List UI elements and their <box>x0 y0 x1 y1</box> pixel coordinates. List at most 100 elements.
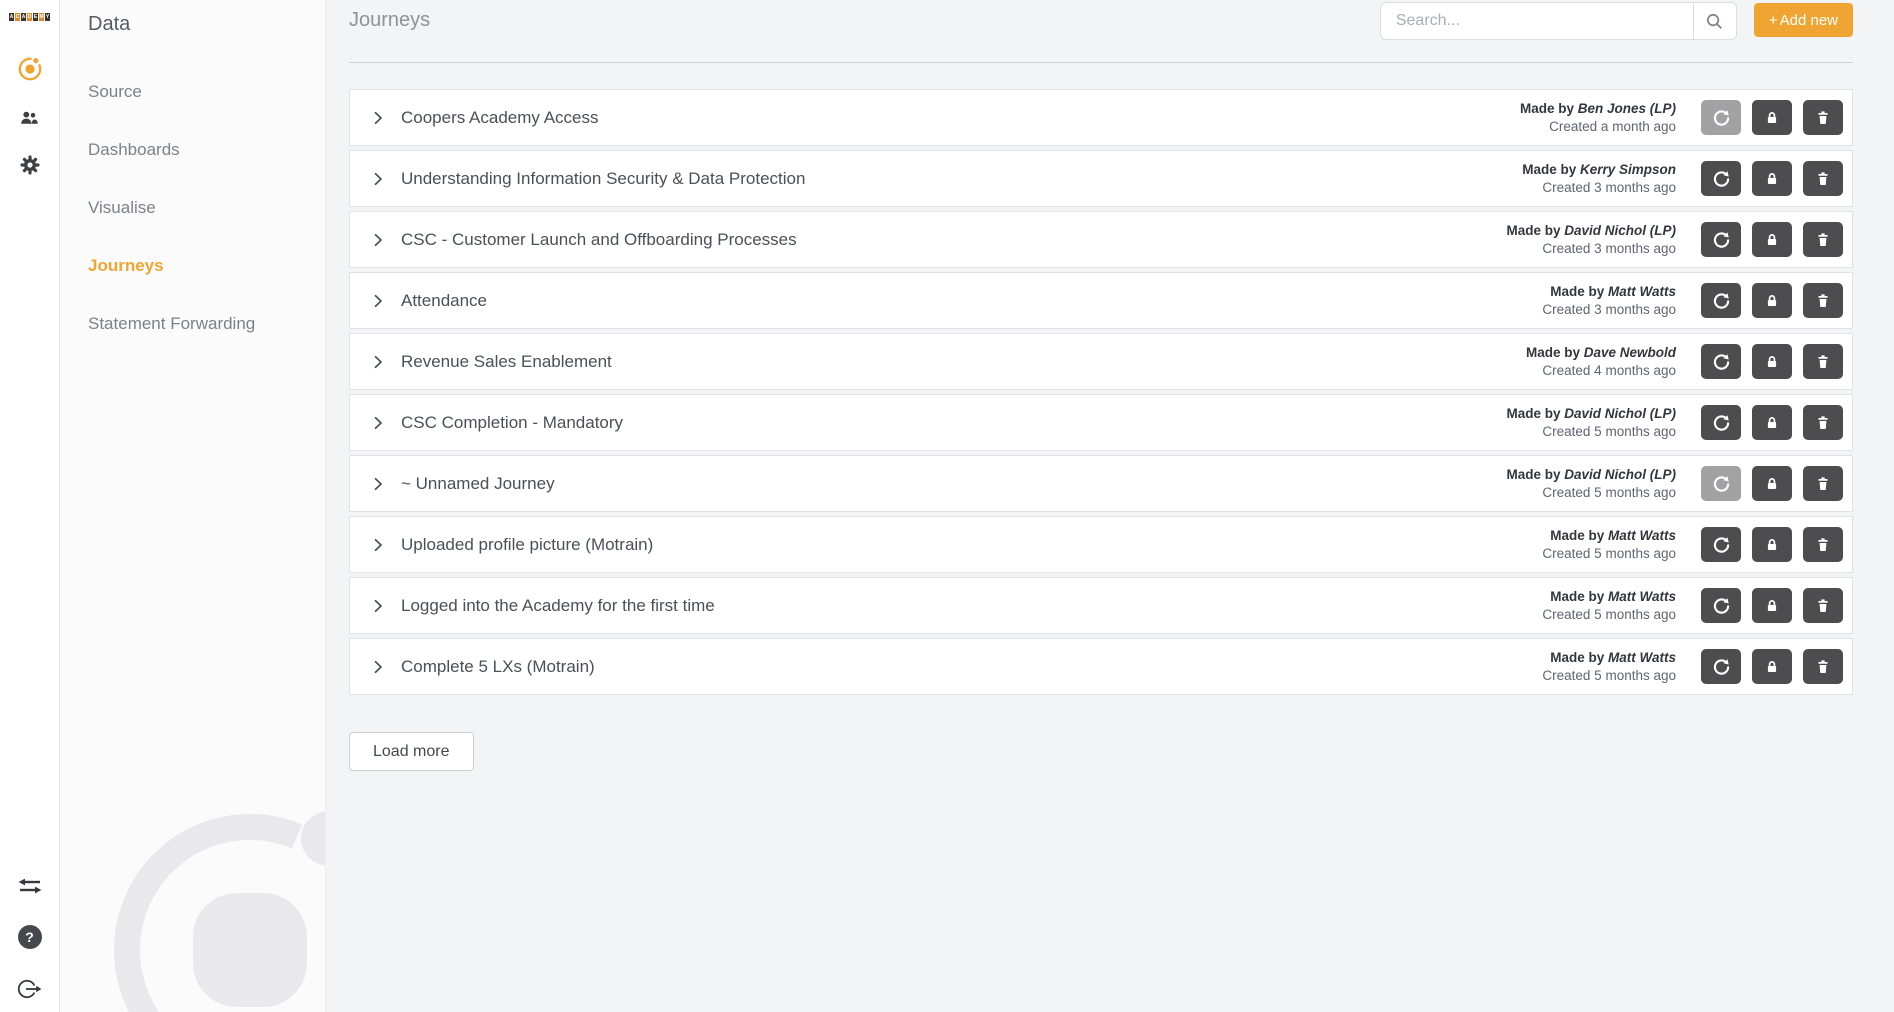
sidebar-item-dashboards[interactable]: Dashboards <box>60 121 325 179</box>
sidebar: Data Source Dashboards Visualise Journey… <box>60 0 326 1012</box>
sidebar-item-journeys[interactable]: Journeys <box>60 237 325 295</box>
chevron-right-icon <box>370 659 386 675</box>
lock-button[interactable] <box>1752 405 1792 440</box>
swap-arrows-icon[interactable] <box>17 876 43 896</box>
sidebar-item-source[interactable]: Source <box>60 63 325 121</box>
logout-icon[interactable] <box>16 978 43 1000</box>
data-ring-icon[interactable] <box>16 55 44 83</box>
lock-icon <box>1764 293 1780 308</box>
created-line: Created 5 months ago <box>1506 484 1676 502</box>
journey-meta: Made by Matt Watts Created 3 months ago <box>1542 283 1676 318</box>
refresh-button[interactable] <box>1701 405 1741 440</box>
journey-row[interactable]: Coopers Academy Access Made by Ben Jones… <box>349 89 1853 146</box>
journeys-list: Coopers Academy Access Made by Ben Jones… <box>349 89 1853 695</box>
journey-meta: Made by Ben Jones (LP) Created a month a… <box>1520 100 1676 135</box>
made-by-name: Matt Watts <box>1608 528 1676 543</box>
refresh-icon <box>1713 353 1730 370</box>
lock-button[interactable] <box>1752 283 1792 318</box>
journey-row[interactable]: CSC - Customer Launch and Offboarding Pr… <box>349 211 1853 268</box>
created-line: Created 3 months ago <box>1522 179 1676 197</box>
refresh-button[interactable] <box>1701 466 1741 501</box>
icon-rail: A C A D E M Y <box>0 0 60 1012</box>
lock-button[interactable] <box>1752 161 1792 196</box>
journey-title: CSC Completion - Mandatory <box>401 413 1506 433</box>
trash-button[interactable] <box>1803 222 1843 257</box>
refresh-button[interactable] <box>1701 222 1741 257</box>
lock-icon <box>1764 476 1780 491</box>
load-more-button[interactable]: Load more <box>349 732 474 771</box>
lock-icon <box>1764 110 1780 125</box>
help-icon[interactable]: ? <box>18 925 42 949</box>
users-icon[interactable] <box>20 110 39 126</box>
lock-button[interactable] <box>1752 649 1792 684</box>
refresh-button[interactable] <box>1701 588 1741 623</box>
logo-tile: A <box>21 13 26 21</box>
trash-button[interactable] <box>1803 100 1843 135</box>
trash-icon <box>1815 354 1831 370</box>
trash-icon <box>1815 598 1831 614</box>
lock-button[interactable] <box>1752 588 1792 623</box>
search-input[interactable] <box>1381 3 1693 39</box>
journey-row[interactable]: Attendance Made by Matt Watts Created 3 … <box>349 272 1853 329</box>
trash-button[interactable] <box>1803 405 1843 440</box>
logo-tile: M <box>39 13 44 21</box>
refresh-button[interactable] <box>1701 649 1741 684</box>
journey-title: Coopers Academy Access <box>401 108 1520 128</box>
sidebar-item-statement-forwarding[interactable]: Statement Forwarding <box>60 295 325 353</box>
made-by-line: Made by Matt Watts <box>1542 588 1676 606</box>
trash-button[interactable] <box>1803 344 1843 379</box>
lock-button[interactable] <box>1752 222 1792 257</box>
made-by-name: Kerry Simpson <box>1580 162 1676 177</box>
lock-button[interactable] <box>1752 100 1792 135</box>
made-by-name: Matt Watts <box>1608 284 1676 299</box>
trash-button[interactable] <box>1803 649 1843 684</box>
sidebar-item-visualise[interactable]: Visualise <box>60 179 325 237</box>
journey-title: Uploaded profile picture (Motrain) <box>401 535 1542 555</box>
journey-title: Revenue Sales Enablement <box>401 352 1526 372</box>
journey-row[interactable]: Logged into the Academy for the first ti… <box>349 577 1853 634</box>
trash-icon <box>1815 232 1831 248</box>
journey-row[interactable]: ~ Unnamed Journey Made by David Nichol (… <box>349 455 1853 512</box>
add-new-button[interactable]: + Add new <box>1754 3 1853 37</box>
trash-button[interactable] <box>1803 588 1843 623</box>
journey-row[interactable]: Uploaded profile picture (Motrain) Made … <box>349 516 1853 573</box>
brand-watermark-icon <box>90 790 326 1012</box>
made-by-line: Made by Matt Watts <box>1542 649 1676 667</box>
logo-tile: D <box>27 13 32 21</box>
created-line: Created 3 months ago <box>1506 240 1676 258</box>
created-line: Created a month ago <box>1520 118 1676 136</box>
search-button[interactable] <box>1693 3 1736 39</box>
refresh-button[interactable] <box>1701 283 1741 318</box>
trash-button[interactable] <box>1803 283 1843 318</box>
trash-icon <box>1815 415 1831 431</box>
journey-row[interactable]: Complete 5 LXs (Motrain) Made by Matt Wa… <box>349 638 1853 695</box>
trash-button[interactable] <box>1803 161 1843 196</box>
refresh-button[interactable] <box>1701 527 1741 562</box>
journey-row[interactable]: CSC Completion - Mandatory Made by David… <box>349 394 1853 451</box>
settings-gear-icon[interactable] <box>18 153 42 177</box>
trash-button[interactable] <box>1803 527 1843 562</box>
lock-icon <box>1764 659 1780 674</box>
header-divider <box>349 62 1853 63</box>
lock-button[interactable] <box>1752 466 1792 501</box>
chevron-right-icon <box>370 354 386 370</box>
journey-row[interactable]: Understanding Information Security & Dat… <box>349 150 1853 207</box>
journey-meta: Made by Matt Watts Created 5 months ago <box>1542 588 1676 623</box>
created-line: Created 3 months ago <box>1542 301 1676 319</box>
made-by-name: Matt Watts <box>1608 650 1676 665</box>
logo-tile: A <box>9 13 14 21</box>
made-by-name: David Nichol (LP) <box>1564 406 1676 421</box>
refresh-icon <box>1713 109 1730 126</box>
lock-button[interactable] <box>1752 344 1792 379</box>
chevron-right-icon <box>370 110 386 126</box>
lock-icon <box>1764 537 1780 552</box>
refresh-button[interactable] <box>1701 344 1741 379</box>
logo-tile: Y <box>45 13 50 21</box>
journey-row[interactable]: Revenue Sales Enablement Made by Dave Ne… <box>349 333 1853 390</box>
journey-title: Understanding Information Security & Dat… <box>401 169 1522 189</box>
made-by-line: Made by Matt Watts <box>1542 283 1676 301</box>
refresh-button[interactable] <box>1701 100 1741 135</box>
trash-button[interactable] <box>1803 466 1843 501</box>
refresh-button[interactable] <box>1701 161 1741 196</box>
lock-button[interactable] <box>1752 527 1792 562</box>
